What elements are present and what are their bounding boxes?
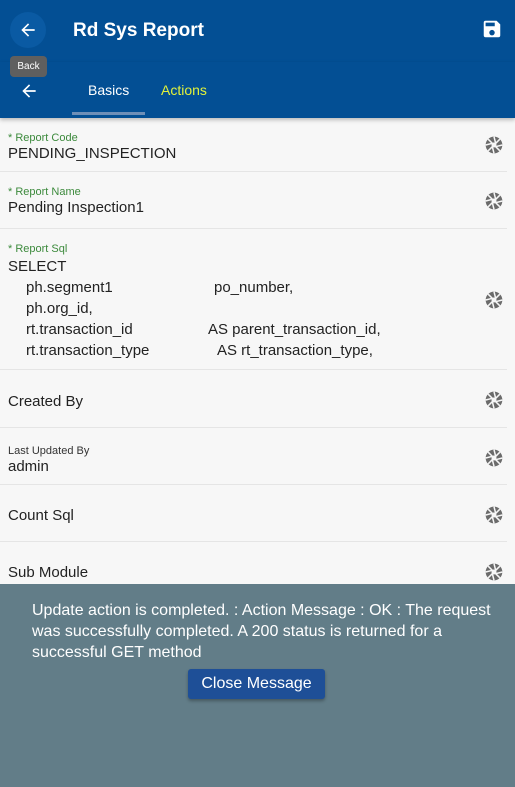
close-message-button[interactable]: Close Message bbox=[188, 669, 325, 699]
arrow-left-icon bbox=[21, 23, 35, 37]
aperture-icon[interactable] bbox=[483, 190, 505, 212]
field-report-code[interactable]: * Report Code PENDING_INSPECTION bbox=[0, 118, 507, 172]
field-label: Sub Module bbox=[8, 564, 89, 581]
sql-line: SELECT bbox=[8, 258, 67, 275]
form-content: * Report Code PENDING_INSPECTION * Repor… bbox=[0, 118, 515, 599]
aperture-icon[interactable] bbox=[483, 389, 505, 411]
field-label: Created By bbox=[8, 393, 84, 410]
field-count-sql[interactable]: Count Sql bbox=[0, 485, 507, 542]
sql-line: rt.transaction_id AS parent_transaction_… bbox=[26, 321, 381, 338]
field-label: * Report Name bbox=[8, 186, 81, 198]
arrow-left-icon bbox=[22, 84, 36, 98]
app-bar: Rd Sys Report bbox=[0, 0, 515, 62]
field-label: Count Sql bbox=[8, 507, 74, 524]
field-value: admin bbox=[8, 458, 49, 475]
secondary-back-button[interactable] bbox=[16, 78, 42, 104]
message-text: Update action is completed. : Action Mes… bbox=[32, 602, 491, 661]
field-report-sql[interactable]: * Report Sql SELECT ph.segment1 po_numbe… bbox=[0, 229, 507, 370]
tab-basics[interactable]: Basics bbox=[88, 82, 129, 98]
page-title: Rd Sys Report bbox=[73, 20, 204, 41]
back-tooltip: Back bbox=[10, 56, 47, 77]
sql-line: ph.org_id, bbox=[26, 300, 93, 317]
field-label: * Report Code bbox=[8, 132, 78, 144]
field-value: Pending Inspection1 bbox=[8, 199, 144, 216]
field-value: PENDING_INSPECTION bbox=[8, 145, 177, 162]
message-panel: Update action is completed. : Action Mes… bbox=[0, 584, 515, 787]
sql-line: ph.segment1 po_number, bbox=[26, 279, 294, 296]
aperture-icon[interactable] bbox=[483, 134, 505, 156]
sql-text: SELECT ph.segment1 po_number, ph.org_id,… bbox=[8, 256, 488, 361]
tab-actions[interactable]: Actions bbox=[161, 82, 207, 98]
active-tab-indicator bbox=[72, 112, 145, 115]
field-label: Last Updated By bbox=[8, 445, 90, 457]
field-label: * Report Sql bbox=[8, 243, 68, 255]
sql-line: rt.transaction_type AS rt_transaction_ty… bbox=[26, 342, 373, 359]
floppy-save-icon bbox=[483, 20, 501, 38]
aperture-icon[interactable] bbox=[483, 504, 505, 526]
aperture-icon[interactable] bbox=[483, 561, 505, 583]
aperture-icon[interactable] bbox=[483, 289, 505, 311]
aperture-icon[interactable] bbox=[483, 447, 505, 469]
field-last-updated-by[interactable]: Last Updated By admin bbox=[0, 428, 507, 485]
back-button[interactable] bbox=[10, 12, 46, 48]
tab-bar: Basics Actions bbox=[0, 62, 515, 118]
field-report-name[interactable]: * Report Name Pending Inspection1 bbox=[0, 172, 507, 229]
field-created-by[interactable]: Created By bbox=[0, 370, 507, 428]
save-button[interactable] bbox=[479, 16, 505, 42]
